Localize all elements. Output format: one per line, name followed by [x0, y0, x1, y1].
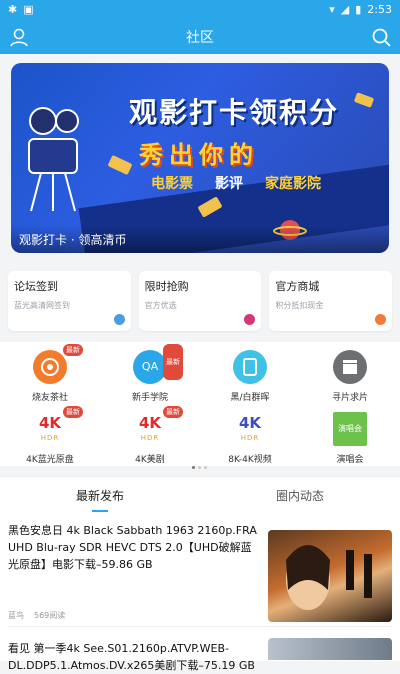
- tab-label: 最新发布: [75, 489, 124, 503]
- feed-tabs: 最新发布 圈内动态: [0, 476, 400, 514]
- ticket-decoration: [107, 154, 133, 176]
- post-thumbnail: [268, 638, 392, 660]
- card-title: 官方商城: [275, 280, 320, 293]
- category-label: 4K美剧: [135, 455, 165, 465]
- page-dot: [192, 466, 195, 469]
- new-badge: 最新: [63, 344, 83, 356]
- new-badge: 最新: [163, 406, 183, 418]
- film-camera-icon: [28, 107, 79, 212]
- 4k-hdr-icon: 4K HDR 最新: [133, 406, 183, 446]
- card-title: 限时抢购: [144, 280, 189, 293]
- category-label: 新手学院: [131, 393, 168, 403]
- tab-underline: [92, 510, 108, 512]
- card-subtitle: 官方优选: [144, 301, 177, 310]
- category-label: 4K蓝光原盘: [26, 455, 74, 465]
- store-icon: [375, 314, 387, 325]
- page-dot: [204, 466, 207, 469]
- card-flash-sale[interactable]: 限时抢购 官方优选: [138, 271, 262, 331]
- promo-banner[interactable]: 观影打卡领积分 秀出你的 电影票 影评 家庭影院 观影打卡 · 领高清币: [11, 63, 389, 253]
- tea-club-icon: 最新: [33, 344, 83, 384]
- card-store[interactable]: 官方商城 积分抵扣现金: [269, 271, 393, 331]
- divider: [8, 626, 392, 627]
- banner-headline: 观影打卡领积分: [128, 96, 339, 129]
- category-nas[interactable]: 黑/白群晖: [200, 350, 300, 403]
- card-subtitle: 积分抵扣现金: [275, 301, 324, 310]
- tab-circle-news[interactable]: 圈内动态: [200, 487, 400, 504]
- banner-tag: 家庭影院: [265, 176, 321, 192]
- card-checkin[interactable]: 论坛签到 蓝光高清网签到: [8, 271, 131, 331]
- clapperboard-icon: [333, 350, 367, 384]
- banner-tag: 影评: [215, 176, 243, 192]
- clock: 2:53: [367, 3, 392, 16]
- card-subtitle: 蓝光高清网签到: [14, 301, 70, 310]
- category-concert[interactable]: 演唱会 演唱会: [300, 412, 400, 465]
- signal-icon: ◢: [340, 3, 350, 16]
- category-label: 黑/白群晖: [230, 393, 270, 403]
- notification-icon: ▣: [23, 3, 34, 16]
- nas-icon: [233, 350, 267, 384]
- post-meta: 蓝鸟 569阅读: [8, 610, 65, 621]
- concert-icon: 演唱会: [333, 412, 367, 446]
- post-item[interactable]: 黑色安息日 4k Black Sabbath 1963 2160p.FRA UH…: [8, 522, 392, 622]
- page-dot: [198, 466, 201, 469]
- banner-tag: 电影票: [151, 176, 193, 192]
- post-thumbnail: [268, 530, 392, 622]
- category-grid: 最新 烧友茶社 QA 最新 新手学院 黑/白群晖 寻片求片 4K HDR 最新 …: [0, 342, 400, 466]
- category-label: 寻片求片: [331, 393, 368, 403]
- wifi-icon: ▾: [329, 3, 335, 16]
- quick-cards: 论坛签到 蓝光高清网签到 限时抢购 官方优选 官方商城 积分抵扣现金: [8, 271, 393, 331]
- battery-icon: ▮: [355, 3, 362, 16]
- 4k-hdr-icon: 4K HDR: [238, 414, 262, 442]
- sale-icon: [244, 314, 256, 325]
- banner-subhead: 秀出你的: [139, 141, 259, 169]
- category-newbie[interactable]: QA 最新 新手学院: [100, 344, 200, 403]
- banner-tags: 电影票 影评 家庭影院: [151, 173, 321, 193]
- status-bar: ✱ ▣ ▾ ◢ ▮ 2:53: [0, 0, 400, 20]
- 4k-hdr-icon: 4K HDR 最新: [33, 406, 83, 446]
- category-label: 演唱会: [336, 455, 364, 465]
- new-badge: 最新: [63, 406, 83, 418]
- post-author: 蓝鸟: [8, 611, 24, 620]
- category-8k-video[interactable]: 4K HDR 8K-4K视频: [200, 412, 300, 465]
- post-title: 黑色安息日 4k Black Sabbath 1963 2160p.FRA UH…: [8, 524, 257, 571]
- post-title: 看见 第一季4k See.S01.2160p.ATVP.WEB-DL.DDP5.…: [8, 642, 255, 672]
- tab-label: 圈内动态: [275, 489, 324, 503]
- category-label: 烧友茶社: [31, 393, 68, 403]
- tab-latest[interactable]: 最新发布: [0, 487, 200, 512]
- qa-icon: QA 最新: [133, 344, 183, 384]
- page-title: 社区: [186, 30, 214, 46]
- category-4k-series[interactable]: 4K HDR 最新 4K美剧: [100, 406, 200, 465]
- bug-icon: ✱: [8, 3, 18, 16]
- category-label: 8K-4K视频: [228, 455, 272, 465]
- new-badge: 最新: [163, 344, 183, 380]
- app-bar: 社区: [0, 20, 400, 54]
- page-indicator: [192, 466, 207, 469]
- category-tea-club[interactable]: 最新 烧友茶社: [0, 344, 100, 403]
- category-4k-bluray[interactable]: 4K HDR 最新 4K蓝光原盘: [0, 406, 100, 465]
- post-feed: 黑色安息日 4k Black Sabbath 1963 2160p.FRA UH…: [0, 514, 400, 672]
- checkin-icon: [113, 314, 125, 325]
- banner-caption: 观影打卡 · 领高清币: [11, 225, 389, 253]
- category-request[interactable]: 寻片求片: [300, 350, 400, 403]
- post-views: 569阅读: [34, 611, 66, 620]
- search-icon[interactable]: [370, 26, 392, 48]
- card-title: 论坛签到: [14, 280, 58, 293]
